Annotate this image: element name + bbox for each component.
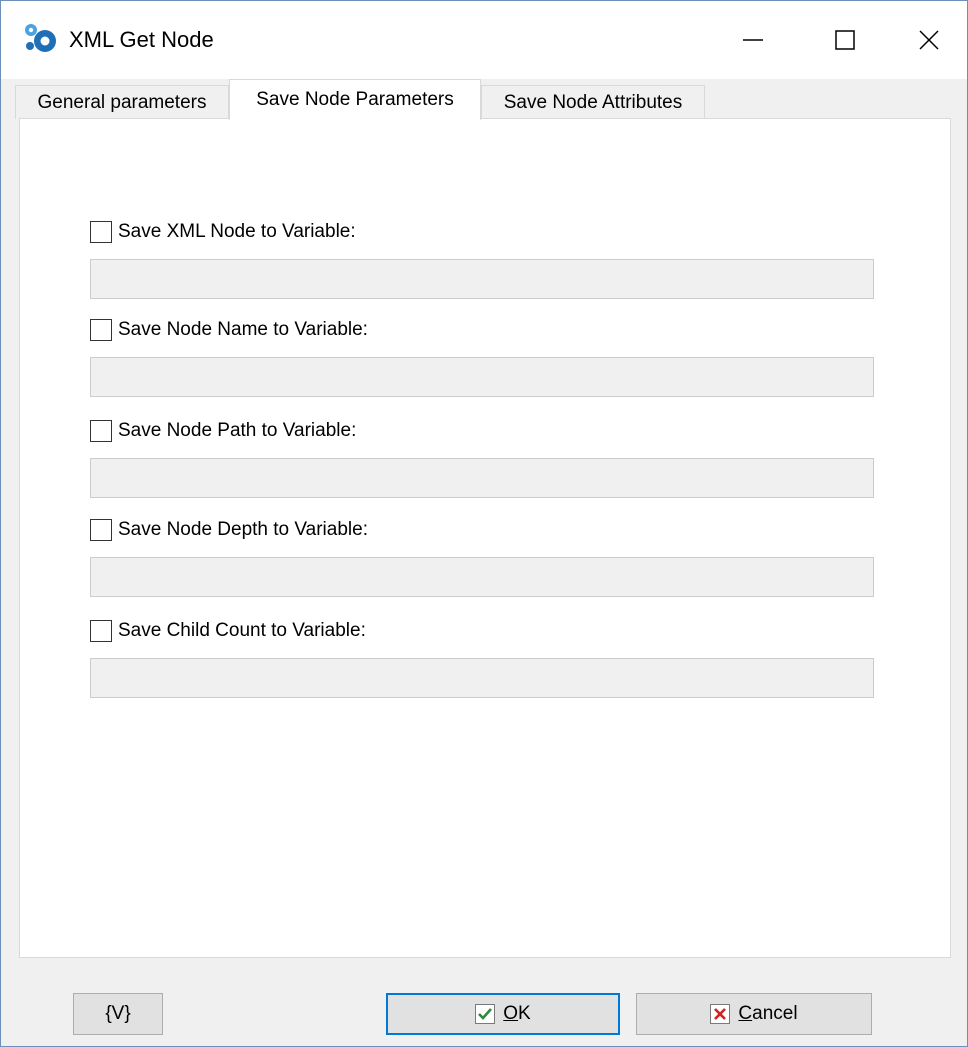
tab-label: General parameters [37, 92, 207, 113]
ok-button-label: OK [503, 1003, 530, 1025]
checkbox-row[interactable]: Save Node Depth to Variable: [90, 515, 368, 545]
tab-label: Save Node Parameters [256, 89, 454, 110]
save-node-name-checkbox[interactable] [90, 319, 112, 341]
variables-button-label: {V} [105, 1003, 131, 1024]
x-icon [710, 1004, 731, 1024]
node-path-variable-input[interactable] [90, 458, 874, 498]
node-name-variable-input[interactable] [90, 357, 874, 397]
checkbox-label: Save Node Path to Variable: [118, 420, 357, 441]
tab-strip: General parameters Save Node Parameters … [15, 79, 955, 120]
minimize-icon [743, 39, 763, 41]
cancel-button[interactable]: Cancel [636, 993, 872, 1035]
cancel-label-rest: ancel [752, 1003, 798, 1024]
cancel-button-label: Cancel [738, 1003, 797, 1025]
save-child-count-checkbox[interactable] [90, 620, 112, 642]
ok-button[interactable]: OK [386, 993, 620, 1035]
xml-node-variable-input[interactable] [90, 259, 874, 299]
variables-button[interactable]: {V} [73, 993, 163, 1035]
checkbox-label: Save XML Node to Variable: [118, 221, 356, 242]
node-depth-variable-input[interactable] [90, 557, 874, 597]
close-button[interactable] [891, 1, 967, 79]
title-bar[interactable]: XML Get Node [1, 1, 967, 79]
save-node-depth-checkbox[interactable] [90, 519, 112, 541]
tab-save-node-parameters[interactable]: Save Node Parameters [229, 79, 481, 120]
tab-general-parameters[interactable]: General parameters [15, 85, 229, 119]
save-node-path-checkbox[interactable] [90, 420, 112, 442]
tab-save-node-attributes[interactable]: Save Node Attributes [481, 85, 705, 119]
child-count-variable-input[interactable] [90, 658, 874, 698]
checkbox-label: Save Node Depth to Variable: [118, 519, 368, 540]
minimize-button[interactable] [707, 1, 799, 79]
tab-label: Save Node Attributes [503, 92, 683, 113]
ok-label-rest: K [518, 1003, 531, 1024]
close-icon [919, 30, 939, 50]
checkbox-row[interactable]: Save Node Path to Variable: [90, 416, 356, 446]
checkbox-row[interactable]: Save Node Name to Variable: [90, 315, 368, 345]
checkbox-label: Save Child Count to Variable: [118, 620, 366, 641]
dialog-window: XML Get Node General parameters Save Nod… [0, 0, 968, 1047]
checkbox-label: Save Node Name to Variable: [118, 319, 368, 340]
cancel-mnemonic: C [738, 1003, 753, 1024]
ok-mnemonic: O [503, 1003, 519, 1024]
checkmark-icon [475, 1004, 496, 1024]
tab-panel: Save XML Node to Variable: Save Node Nam… [19, 118, 951, 958]
checkbox-row[interactable]: Save XML Node to Variable: [90, 217, 356, 247]
save-xml-node-checkbox[interactable] [90, 221, 112, 243]
window-title: XML Get Node [69, 27, 214, 52]
checkbox-row[interactable]: Save Child Count to Variable: [90, 616, 366, 646]
xml-gears-icon [23, 21, 57, 55]
maximize-button[interactable] [799, 1, 891, 79]
maximize-icon [835, 30, 855, 50]
